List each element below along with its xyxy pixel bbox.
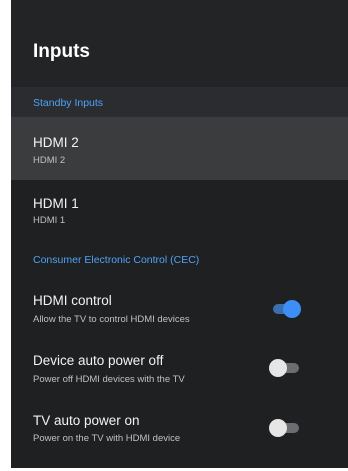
toggle-thumb (269, 359, 287, 377)
input-item-subtitle: HDMI 1 (33, 215, 66, 226)
input-item-subtitle: HDMI 2 (33, 155, 66, 166)
inputs-settings-panel: Inputs Standby Inputs HDMI 2 HDMI 2 HDMI… (11, 0, 348, 468)
setting-subtitle: Power off HDMI devices with the TV (33, 374, 185, 385)
setting-hdmi-control[interactable]: HDMI control Allow the TV to control HDM… (11, 278, 348, 338)
device-auto-power-off-toggle[interactable] (269, 358, 301, 378)
input-item-hdmi-1[interactable]: HDMI 1 HDMI 1 (11, 180, 348, 244)
tv-auto-power-on-toggle[interactable] (269, 418, 301, 438)
setting-title: HDMI control (33, 293, 112, 308)
section-label-standby-inputs: Standby Inputs (33, 97, 104, 109)
screen: Inputs Standby Inputs HDMI 2 HDMI 2 HDMI… (0, 0, 348, 471)
toggle-thumb (283, 300, 301, 318)
input-item-title: HDMI 1 (33, 196, 79, 211)
setting-device-auto-power-off[interactable]: Device auto power off Power off HDMI dev… (11, 338, 348, 398)
setting-subtitle: Allow the TV to control HDMI devices (33, 314, 190, 325)
input-item-hdmi-2[interactable]: HDMI 2 HDMI 2 (11, 117, 348, 180)
section-label-cec: Consumer Electronic Control (CEC) (33, 254, 200, 266)
section-header-cec: Consumer Electronic Control (CEC) (11, 244, 348, 274)
setting-tv-auto-power-on[interactable]: TV auto power on Power on the TV with HD… (11, 398, 348, 458)
setting-subtitle: Power on the TV with HDMI device (33, 433, 181, 444)
toggle-thumb (269, 419, 287, 437)
input-item-title: HDMI 2 (33, 135, 79, 150)
setting-title: TV auto power on (33, 413, 140, 428)
page-title: Inputs (33, 41, 90, 62)
setting-title: Device auto power off (33, 353, 164, 368)
section-header-standby-inputs: Standby Inputs (11, 87, 348, 117)
panel-header: Inputs (11, 0, 348, 87)
hdmi-control-toggle[interactable] (269, 299, 301, 319)
